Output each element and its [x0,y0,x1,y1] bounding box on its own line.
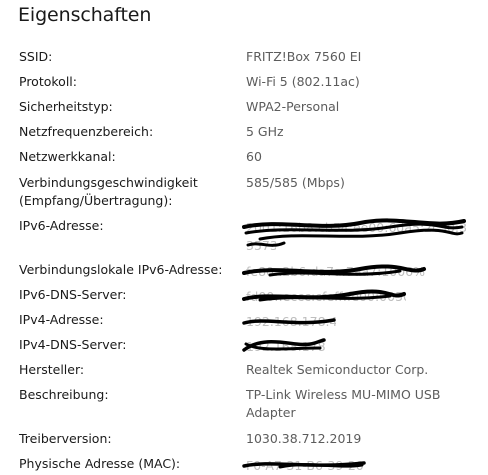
security-type-label: Sicherheitstyp: [19,99,113,114]
manufacturer-label: Hersteller: [19,362,85,377]
link-local-ipv6-label: Verbindungslokale IPv6-Adresse: [19,262,223,277]
mac-address-obscured-text: F0-A7-31-B6-39-20 [246,458,364,473]
ssid-value[interactable]: FRITZ!Box 7560 EI [246,48,481,66]
ipv4-dns-label: IPv4-DNS-Server: [19,337,127,352]
ssid-label: SSID: [19,49,53,64]
ipv6-address-label: IPv6-Adresse: [19,218,104,233]
manufacturer-value[interactable]: Realtek Semiconductor Corp. [246,361,481,379]
network-channel-value[interactable]: 60 [246,148,481,166]
protocol-label: Protokoll: [19,74,77,89]
driver-version-label: Treiberversion: [19,431,112,446]
driver-version-value[interactable]: 1030.38.712.2019 [246,430,481,448]
ipv4-address-obscured-text: 192.168.178.49 [246,314,336,329]
protocol-value[interactable]: Wi-Fi 5 (802.11ac) [246,73,481,91]
ipv4-dns-obscured-text: 192.168.178.1 [246,339,326,354]
frequency-band-value[interactable]: 5 GHz [246,123,481,141]
description-label: Beschreibung: [19,387,109,402]
properties-list: SSID: FRITZ!Box 7560 EI Protokoll: Wi-Fi… [0,0,488,473]
ipv6-address-obscured-text-line2: 3573 [246,238,276,253]
ipv6-dns-label: IPv6-DNS-Server: [19,287,127,302]
description-value[interactable]: TP-Link Wireless MU-MIMO USB Adapter [246,386,461,422]
ipv6-address-obscured-text: 2001:16b8:cb54:ee00:6da5:2c50:34 [246,220,466,235]
network-channel-label: Netzwerkkanal: [19,149,116,164]
ipv6-dns-obscured-text: fd00::eccc:cfeff:fe00:0050 [246,289,406,304]
security-type-value[interactable]: WPA2-Personal [246,98,481,116]
link-speed-value[interactable]: 585/585 (Mbps) [246,174,481,192]
mac-address-label: Physische Adresse (MAC): [19,456,181,471]
link-speed-label: Verbindungsgeschwindigkeit (Empfang/Über… [19,175,198,208]
ipv4-address-label: IPv4-Adresse: [19,312,104,327]
link-local-ipv6-obscured-text: fe80::2b6:da7a:7aa7:1006%17 [246,264,426,279]
frequency-band-label: Netzfrequenzbereich: [19,124,154,139]
